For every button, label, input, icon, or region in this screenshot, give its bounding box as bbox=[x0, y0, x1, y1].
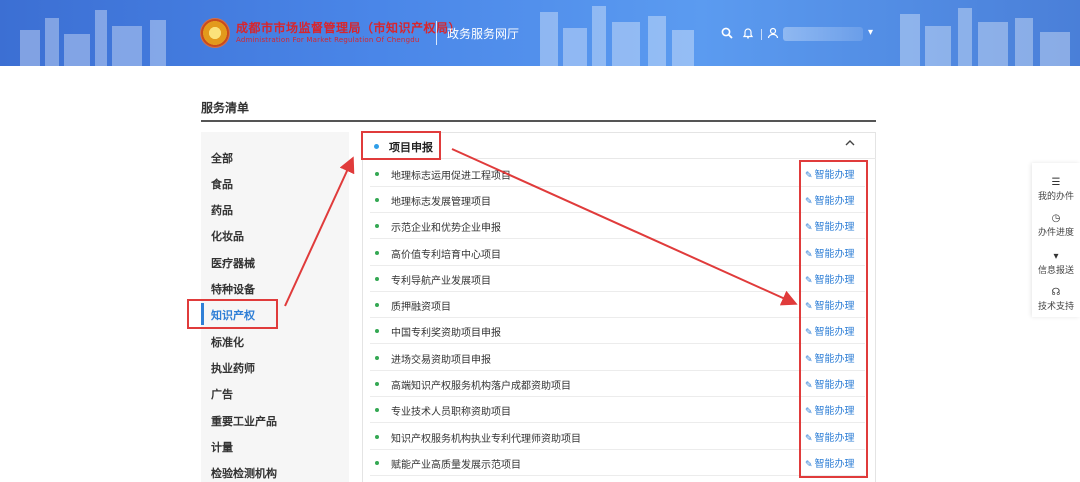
list-item[interactable]: 专利导航产业发展项目 bbox=[391, 272, 491, 287]
user-icon[interactable] bbox=[766, 27, 780, 41]
headset-icon: ☊ bbox=[1051, 287, 1061, 298]
highlight-box-sidebar bbox=[187, 299, 278, 329]
row-divider bbox=[370, 212, 865, 213]
sidebar-item-standardization[interactable]: 标准化 bbox=[211, 334, 244, 350]
case-progress-button[interactable]: ◷ 办件进度 bbox=[1032, 213, 1080, 238]
list-item[interactable]: 高端知识产权服务机构落户成都资助项目 bbox=[391, 377, 571, 392]
list-item[interactable]: 示范企业和优势企业申报 bbox=[391, 219, 501, 234]
list-bullet bbox=[375, 198, 379, 202]
skyline-decoration bbox=[20, 6, 1070, 66]
header-separator bbox=[761, 29, 762, 40]
row-divider bbox=[370, 265, 865, 266]
list-item[interactable]: 赋能产业高质量发展示范项目 bbox=[391, 456, 521, 471]
chevron-up-icon[interactable] bbox=[844, 137, 856, 152]
row-divider bbox=[370, 186, 865, 187]
clock-icon: ◷ bbox=[1051, 213, 1061, 224]
list-bullet bbox=[375, 382, 379, 386]
list-bullet bbox=[375, 277, 379, 281]
row-divider bbox=[370, 370, 865, 371]
sidebar-item-drugs[interactable]: 药品 bbox=[211, 202, 233, 218]
search-icon[interactable] bbox=[720, 27, 734, 41]
page-title: 服务清单 bbox=[201, 101, 250, 115]
row-divider bbox=[370, 396, 865, 397]
sidebar-item-all[interactable]: 全部 bbox=[211, 150, 233, 166]
sidebar-item-medical-devices[interactable]: 医疗器械 bbox=[211, 255, 255, 271]
bell-icon[interactable] bbox=[741, 27, 755, 41]
tech-support-button[interactable]: ☊ 技术支持 bbox=[1032, 287, 1080, 312]
list-bullet bbox=[375, 251, 379, 255]
sidebar-item-food[interactable]: 食品 bbox=[211, 176, 233, 192]
title-underline bbox=[201, 120, 876, 122]
list-item[interactable]: 知识产权服务机构执业专利代理师资助项目 bbox=[391, 430, 581, 445]
sidebar-item-advertising[interactable]: 广告 bbox=[211, 386, 233, 402]
list-item[interactable]: 质押融资项目 bbox=[391, 298, 451, 313]
row-divider bbox=[370, 291, 865, 292]
list-item[interactable]: 进场交易资助项目申报 bbox=[391, 351, 491, 366]
list-bullet bbox=[375, 408, 379, 412]
org-name-en: Administration For Market Regulation Of … bbox=[236, 36, 420, 44]
list-bullet bbox=[375, 172, 379, 176]
sidebar-item-metrology[interactable]: 计量 bbox=[211, 439, 233, 455]
list-bullet bbox=[375, 224, 379, 228]
list-item[interactable]: 高价值专利培育中心项目 bbox=[391, 246, 501, 261]
chevron-down-icon[interactable]: ▾ bbox=[868, 27, 873, 38]
highlight-box-actions bbox=[799, 160, 868, 478]
row-divider bbox=[370, 475, 865, 476]
list-bullet bbox=[375, 303, 379, 307]
username-redacted[interactable] bbox=[783, 27, 863, 41]
sidebar-item-special-equipment[interactable]: 特种设备 bbox=[211, 281, 255, 297]
row-divider bbox=[370, 343, 865, 344]
sidebar-item-inspection-agencies[interactable]: 检验检测机构 bbox=[211, 465, 277, 481]
row-divider bbox=[370, 238, 865, 239]
row-divider bbox=[370, 317, 865, 318]
top-header: 成都市市场监督管理局（市知识产权局） Administration For Ma… bbox=[0, 0, 1080, 66]
list-bullet bbox=[375, 435, 379, 439]
row-divider bbox=[370, 449, 865, 450]
list-icon: ☰ bbox=[1051, 177, 1061, 188]
logo-emblem bbox=[200, 18, 230, 48]
my-cases-button[interactable]: ☰ 我的办件 bbox=[1032, 177, 1080, 202]
site-name: 政务服务网厅 bbox=[447, 27, 520, 41]
floating-toolbar: ☰ 我的办件 ◷ 办件进度 ▾ 信息报送 ☊ 技术支持 bbox=[1032, 163, 1080, 317]
list-item[interactable]: 地理标志发展管理项目 bbox=[391, 193, 491, 208]
list-bullet bbox=[375, 329, 379, 333]
list-item[interactable]: 中国专利奖资助项目申报 bbox=[391, 324, 501, 339]
list-item[interactable]: 地理标志运用促进工程项目 bbox=[391, 167, 511, 182]
org-name-cn: 成都市市场监督管理局（市知识产权局） bbox=[236, 21, 462, 35]
caret-down-icon: ▾ bbox=[1053, 251, 1059, 262]
list-bullet bbox=[375, 461, 379, 465]
info-report-button[interactable]: ▾ 信息报送 bbox=[1032, 251, 1080, 276]
header-divider bbox=[436, 21, 437, 45]
row-divider bbox=[370, 422, 865, 423]
highlight-box-title bbox=[361, 131, 441, 160]
list-item[interactable]: 专业技术人员职称资助项目 bbox=[391, 403, 511, 418]
sidebar-item-licensed-pharmacist[interactable]: 执业药师 bbox=[211, 360, 255, 376]
list-bullet bbox=[375, 356, 379, 360]
sidebar-item-cosmetics[interactable]: 化妆品 bbox=[211, 228, 244, 244]
sidebar-item-industrial-products[interactable]: 重要工业产品 bbox=[211, 413, 277, 429]
